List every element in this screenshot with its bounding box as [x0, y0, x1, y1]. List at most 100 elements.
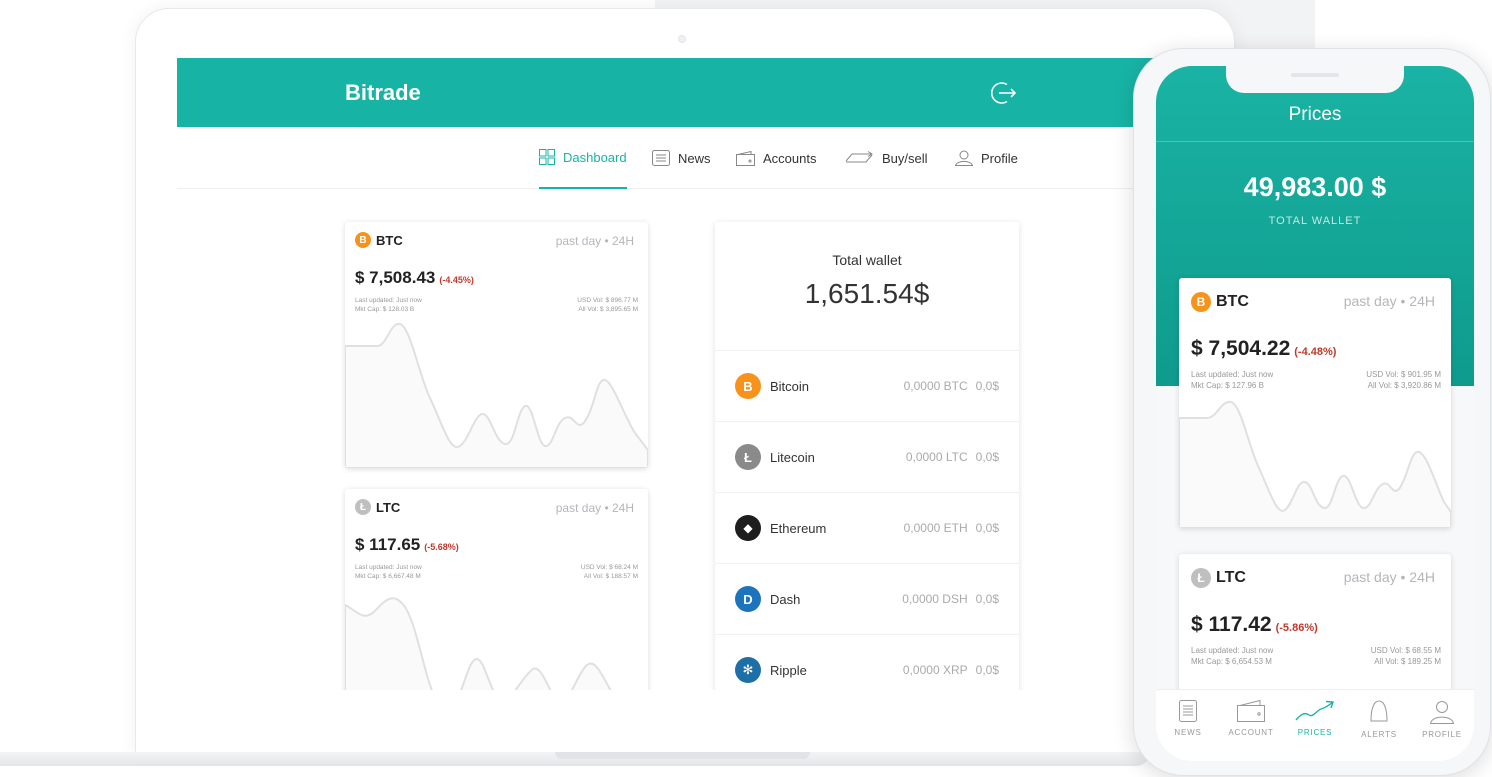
phone-total-wallet: 49,983.00 $ — [1243, 172, 1387, 202]
bell-icon — [1370, 700, 1388, 722]
btc-meta-right: USD Vol: $ 896.77 M All Vol: $ 3,895.65 M — [577, 296, 638, 314]
phone-frame: Prices 49,983.00 $ TOTAL WALLET B BTC pa… — [1133, 48, 1491, 776]
wallet-row-amount: 0,0000 DSH — [902, 592, 968, 606]
tab-buy-sell[interactable]: Buy/sell — [844, 127, 928, 189]
phone-tab-alerts-label: ALERTS — [1361, 730, 1397, 739]
tab-dashboard[interactable]: Dashboard — [539, 127, 627, 189]
logout-icon[interactable] — [990, 80, 1018, 106]
phone-tab-profile[interactable]: PROFILE — [1410, 700, 1474, 739]
wallet-row-value: 0,0$ — [975, 663, 999, 677]
wallet-row-name: Litecoin — [770, 449, 815, 465]
phone-btc-header: B BTC — [1191, 292, 1249, 312]
top-bar: Bitrade — [177, 58, 1177, 127]
litecoin-icon: Ł — [1191, 568, 1211, 588]
phone-btc-updated: Last updated: Just now — [1191, 370, 1274, 379]
phone-ltc-price: $ 117.42 (-5.86%) — [1191, 613, 1318, 637]
phone-btc-symbol: BTC — [1216, 293, 1249, 310]
phone-btc-price: $ 7,504.22 (-4.48%) — [1191, 337, 1336, 361]
phone-btc-card[interactable]: B BTC past day • 24H $ 7,504.22 (-4.48%) … — [1179, 278, 1451, 528]
btc-mktcap: Mkt Cap: $ 128.03 B — [355, 306, 415, 313]
phone-ltc-header: Ł LTC — [1191, 568, 1246, 588]
phone-ltc-mktcap: Mkt Cap: $ 6,654.53 M — [1191, 657, 1272, 666]
phone-ltc-allvol: All Vol: $ 189.25 M — [1374, 657, 1441, 666]
phone-btc-mktcap: Mkt Cap: $ 127.96 B — [1191, 381, 1264, 390]
phone-tab-news[interactable]: NEWS — [1156, 700, 1220, 737]
phone-btc-meta-left: Last updated: Just now Mkt Cap: $ 127.96 … — [1191, 369, 1273, 391]
bitcoin-icon: B — [1191, 292, 1211, 312]
phone-notch — [1226, 66, 1404, 93]
tab-profile-label: Profile — [981, 150, 1018, 166]
phone-divider — [1156, 141, 1474, 142]
laptop-notch — [555, 752, 810, 759]
phone-tab-prices-label: PRICES — [1297, 728, 1333, 737]
litecoin-icon: Ł — [355, 499, 371, 515]
wallet-row-bitcoin[interactable]: B Bitcoin 0,0000 BTC 0,0$ — [715, 350, 1019, 421]
phone-tab-account[interactable]: ACCOUNT — [1219, 700, 1283, 737]
trend-icon — [1295, 700, 1334, 721]
ltc-sparkline — [345, 597, 612, 690]
wallet-row-amount-group: 0,0000 LTC 0,0$ — [906, 450, 999, 464]
wallet-row-amount-group: 0,0000 ETH 0,0$ — [904, 521, 999, 535]
laptop-base — [0, 752, 1150, 766]
btc-allvol: All Vol: $ 3,895.65 M — [578, 306, 638, 313]
phone-screen: Prices 49,983.00 $ TOTAL WALLET B BTC pa… — [1156, 66, 1474, 761]
main-nav: Dashboard News Accounts Buy/sell Profile — [177, 127, 1177, 189]
phone-tab-profile-label: PROFILE — [1422, 730, 1462, 739]
laptop-screen: Bitrade Dashboard News Accounts Buy/sell… — [177, 58, 1177, 690]
ltc-usdvol: USD Vol: $ 68.24 M — [580, 564, 638, 571]
tab-accounts[interactable]: Accounts — [736, 127, 816, 189]
ltc-price: $ 117.65 (-5.68%) — [355, 535, 459, 555]
phone-ltc-usdvol: USD Vol: $ 68.55 M — [1370, 646, 1441, 655]
tab-profile[interactable]: Profile — [955, 127, 1018, 189]
ltc-meta-left: Last updated: Just now Mkt Cap: $ 6,667.4… — [355, 563, 422, 581]
wallet-row-value: 0,0$ — [975, 379, 999, 393]
brand-logo[interactable]: Bitrade — [345, 80, 421, 106]
ltc-sparkline-path — [345, 597, 612, 690]
btc-symbol: BTC — [376, 232, 403, 248]
wallet-row-ripple[interactable]: ✻ Ripple 0,0000 XRP 0,0$ — [715, 634, 1019, 690]
btc-meta-left: Last updated: Just now Mkt Cap: $ 128.03 … — [355, 296, 422, 314]
ltc-change: (-5.68%) — [424, 542, 459, 552]
wallet-row-dash[interactable]: D Dash 0,0000 DSH 0,0$ — [715, 563, 1019, 634]
wallet-row-value: 0,0$ — [975, 450, 999, 464]
ltc-meta-right: USD Vol: $ 68.24 M All Vol: $ 188.57 M — [581, 563, 638, 581]
wallet-row-ethereum[interactable]: ◆ Ethereum 0,0000 ETH 0,0$ — [715, 492, 1019, 563]
phone-btc-period[interactable]: past day • 24H — [1344, 293, 1435, 309]
phone-ltc-updated: Last updated: Just now — [1191, 646, 1274, 655]
phone-ltc-card[interactable]: Ł LTC past day • 24H $ 117.42 (-5.86%) La… — [1179, 554, 1451, 694]
wallet-icon — [1237, 700, 1265, 722]
wallet-row-amount-group: 0,0000 BTC 0,0$ — [904, 379, 999, 393]
user-icon — [1430, 701, 1454, 724]
btc-updated: Last updated: Just now — [355, 297, 422, 304]
phone-btc-allvol: All Vol: $ 3,920.86 M — [1367, 381, 1441, 390]
phone-btc-sparkline-path — [1179, 400, 1451, 528]
btc-period[interactable]: past day • 24H — [556, 234, 634, 248]
phone-tab-account-label: ACCOUNT — [1228, 728, 1274, 737]
wallet-row-name: Ethereum — [770, 520, 827, 536]
btc-card[interactable]: B BTC past day • 24H $ 7,508.43 (-4.45%) … — [345, 222, 648, 468]
phone-btc-meta-right: USD Vol: $ 901.95 M All Vol: $ 3,920.86 M — [1366, 369, 1441, 391]
ltc-period[interactable]: past day • 24H — [556, 501, 634, 515]
wallet-row-amount-group: 0,0000 XRP 0,0$ — [903, 663, 999, 677]
phone-page-title: Prices — [1288, 104, 1342, 125]
tab-buy-sell-label: Buy/sell — [882, 150, 928, 166]
ltc-card[interactable]: Ł LTC past day • 24H $ 117.65 (-5.68%) La… — [345, 489, 648, 690]
tab-news[interactable]: News — [652, 127, 711, 189]
tab-news-label: News — [678, 150, 711, 166]
ethereum-icon: ◆ — [735, 515, 761, 541]
phone-ltc-price-value: $ 117.42 — [1191, 613, 1272, 636]
phone-btc-change: (-4.48%) — [1294, 346, 1337, 358]
tab-accounts-label: Accounts — [763, 150, 817, 166]
phone-tab-prices[interactable]: PRICES — [1283, 700, 1347, 737]
dash-icon: D — [735, 586, 761, 612]
phone-btc-price-value: $ 7,504.22 — [1191, 337, 1291, 360]
newspaper-icon — [652, 150, 670, 166]
ltc-symbol: LTC — [376, 499, 401, 515]
phone-ltc-period[interactable]: past day • 24H — [1344, 569, 1435, 585]
phone-tab-alerts[interactable]: ALERTS — [1347, 700, 1411, 739]
ltc-mktcap: Mkt Cap: $ 6,667.48 M — [355, 573, 421, 580]
ltc-allvol: All Vol: $ 188.57 M — [583, 573, 638, 580]
wallet-icon — [736, 150, 755, 166]
wallet-row-litecoin[interactable]: Ł Litecoin 0,0000 LTC 0,0$ — [715, 421, 1019, 492]
wallet-row-name: Ripple — [770, 662, 807, 678]
